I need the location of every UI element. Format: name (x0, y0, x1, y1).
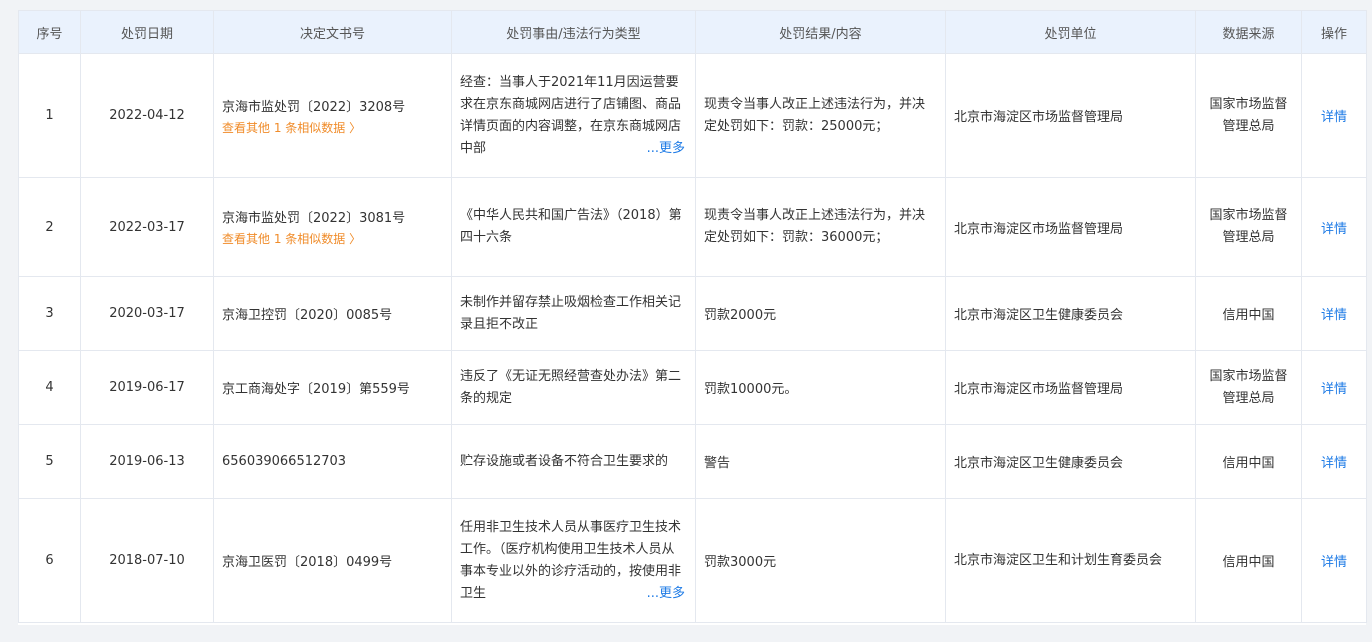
cell-result: 现责令当事人改正上述违法行为，并决定处罚如下：罚款：25000元； (695, 53, 946, 178)
table-row: 3 2020-03-17 京海卫控罚〔2020〕0085号 未制作并留存禁止吸烟… (18, 276, 1367, 351)
table-row: 5 2019-06-13 656039066512703 贮存设施或者设备不符合… (18, 424, 1367, 499)
header-no: 序号 (18, 10, 81, 54)
cell-doc: 京工商海处字〔2019〕第559号 (213, 350, 452, 425)
similar-data-link[interactable]: 查看其他 1 条相似数据 〉 (222, 230, 443, 247)
doc-number: 京海市监处罚〔2022〕3208号 (222, 99, 406, 115)
cell-date: 2019-06-17 (80, 350, 214, 425)
cell-result: 现责令当事人改正上述违法行为，并决定处罚如下：罚款：36000元； (695, 177, 946, 277)
cell-doc: 京海卫控罚〔2020〕0085号 (213, 276, 452, 351)
cell-source: 国家市场监督管理总局 (1195, 177, 1302, 277)
cell-source: 信用中国 (1195, 424, 1302, 499)
cell-unit: 北京市海淀区市场监督管理局 (945, 53, 1196, 178)
detail-link[interactable]: 详情 (1321, 555, 1347, 570)
header-result: 处罚结果/内容 (695, 10, 946, 54)
penalty-records-panel: 序号 处罚日期 决定文书号 处罚事由/违法行为类型 处罚结果/内容 处罚单位 数… (18, 10, 1367, 625)
cell-action: 详情 (1301, 177, 1367, 277)
cell-source: 信用中国 (1195, 276, 1302, 351)
cell-reason: 贮存设施或者设备不符合卫生要求的 (451, 424, 696, 499)
cell-unit: 北京市海淀区卫生和计划生育委员会 (945, 498, 1196, 623)
cell-unit: 北京市海淀区市场监督管理局 (945, 350, 1196, 425)
cell-action: 详情 (1301, 276, 1367, 351)
cell-doc: 656039066512703 (213, 424, 452, 499)
header-doc-number: 决定文书号 (213, 10, 452, 54)
cell-date: 2022-03-17 (80, 177, 214, 277)
cell-no: 3 (18, 276, 81, 351)
table-row: 6 2018-07-10 京海卫医罚〔2018〕0499号 任用非卫生技术人员从… (18, 498, 1367, 623)
table-row: 1 2022-04-12 京海市监处罚〔2022〕3208号 查看其他 1 条相… (18, 53, 1367, 178)
cell-no: 4 (18, 350, 81, 425)
cell-date: 2018-07-10 (80, 498, 214, 623)
cell-no: 2 (18, 177, 81, 277)
cell-date: 2020-03-17 (80, 276, 214, 351)
more-link[interactable]: ...更多 (642, 137, 685, 160)
cell-source: 国家市场监督管理总局 (1195, 53, 1302, 178)
similar-data-link[interactable]: 查看其他 1 条相似数据 〉 (222, 119, 443, 136)
cell-source: 信用中国 (1195, 498, 1302, 623)
detail-link[interactable]: 详情 (1321, 110, 1347, 125)
cell-action: 详情 (1301, 498, 1367, 623)
cell-reason: 《中华人民共和国广告法》（2018）第四十六条 (451, 177, 696, 277)
cell-result: 罚款2000元 (695, 276, 946, 351)
cell-no: 1 (18, 53, 81, 178)
cell-result: 警告 (695, 424, 946, 499)
detail-link[interactable]: 详情 (1321, 308, 1347, 323)
detail-link[interactable]: 详情 (1321, 382, 1347, 397)
cell-action: 详情 (1301, 424, 1367, 499)
cell-reason: 未制作并留存禁止吸烟检查工作相关记录且拒不改正 (451, 276, 696, 351)
table-header-row: 序号 处罚日期 决定文书号 处罚事由/违法行为类型 处罚结果/内容 处罚单位 数… (18, 10, 1367, 54)
cell-action: 详情 (1301, 350, 1367, 425)
cell-reason: 任用非卫生技术人员从事医疗卫生技术工作。（医疗机构使用卫生技术人员从事本专业以外… (451, 498, 696, 623)
cell-date: 2022-04-12 (80, 53, 214, 178)
table-row: 2 2022-03-17 京海市监处罚〔2022〕3081号 查看其他 1 条相… (18, 177, 1367, 277)
cell-unit: 北京市海淀区市场监督管理局 (945, 177, 1196, 277)
cell-result: 罚款10000元。 (695, 350, 946, 425)
detail-link[interactable]: 详情 (1321, 222, 1347, 237)
cell-source: 国家市场监督管理总局 (1195, 350, 1302, 425)
penalty-table: 序号 处罚日期 决定文书号 处罚事由/违法行为类型 处罚结果/内容 处罚单位 数… (18, 10, 1367, 623)
cell-reason: 违反了《无证无照经营查处办法》第二条的规定 (451, 350, 696, 425)
detail-link[interactable]: 详情 (1321, 456, 1347, 471)
cell-result: 罚款3000元 (695, 498, 946, 623)
cell-doc: 京海市监处罚〔2022〕3081号 查看其他 1 条相似数据 〉 (213, 177, 452, 277)
cell-doc: 京海卫医罚〔2018〕0499号 (213, 498, 452, 623)
cell-no: 6 (18, 498, 81, 623)
cell-reason: 经查：当事人于2021年11月因运营要求在京东商城网店进行了店铺图、商品详情页面… (451, 53, 696, 178)
cell-date: 2019-06-13 (80, 424, 214, 499)
table-row: 4 2019-06-17 京工商海处字〔2019〕第559号 违反了《无证无照经… (18, 350, 1367, 425)
cell-unit: 北京市海淀区卫生健康委员会 (945, 276, 1196, 351)
doc-number: 京海市监处罚〔2022〕3081号 (222, 211, 406, 226)
header-reason: 处罚事由/违法行为类型 (451, 10, 696, 54)
header-action: 操作 (1301, 10, 1367, 54)
header-unit: 处罚单位 (945, 10, 1196, 54)
cell-unit: 北京市海淀区卫生健康委员会 (945, 424, 1196, 499)
header-source: 数据来源 (1195, 10, 1302, 54)
header-date: 处罚日期 (80, 10, 214, 54)
cell-action: 详情 (1301, 53, 1367, 178)
cell-doc: 京海市监处罚〔2022〕3208号 查看其他 1 条相似数据 〉 (213, 53, 452, 178)
more-link[interactable]: ...更多 (642, 582, 685, 605)
cell-no: 5 (18, 424, 81, 499)
